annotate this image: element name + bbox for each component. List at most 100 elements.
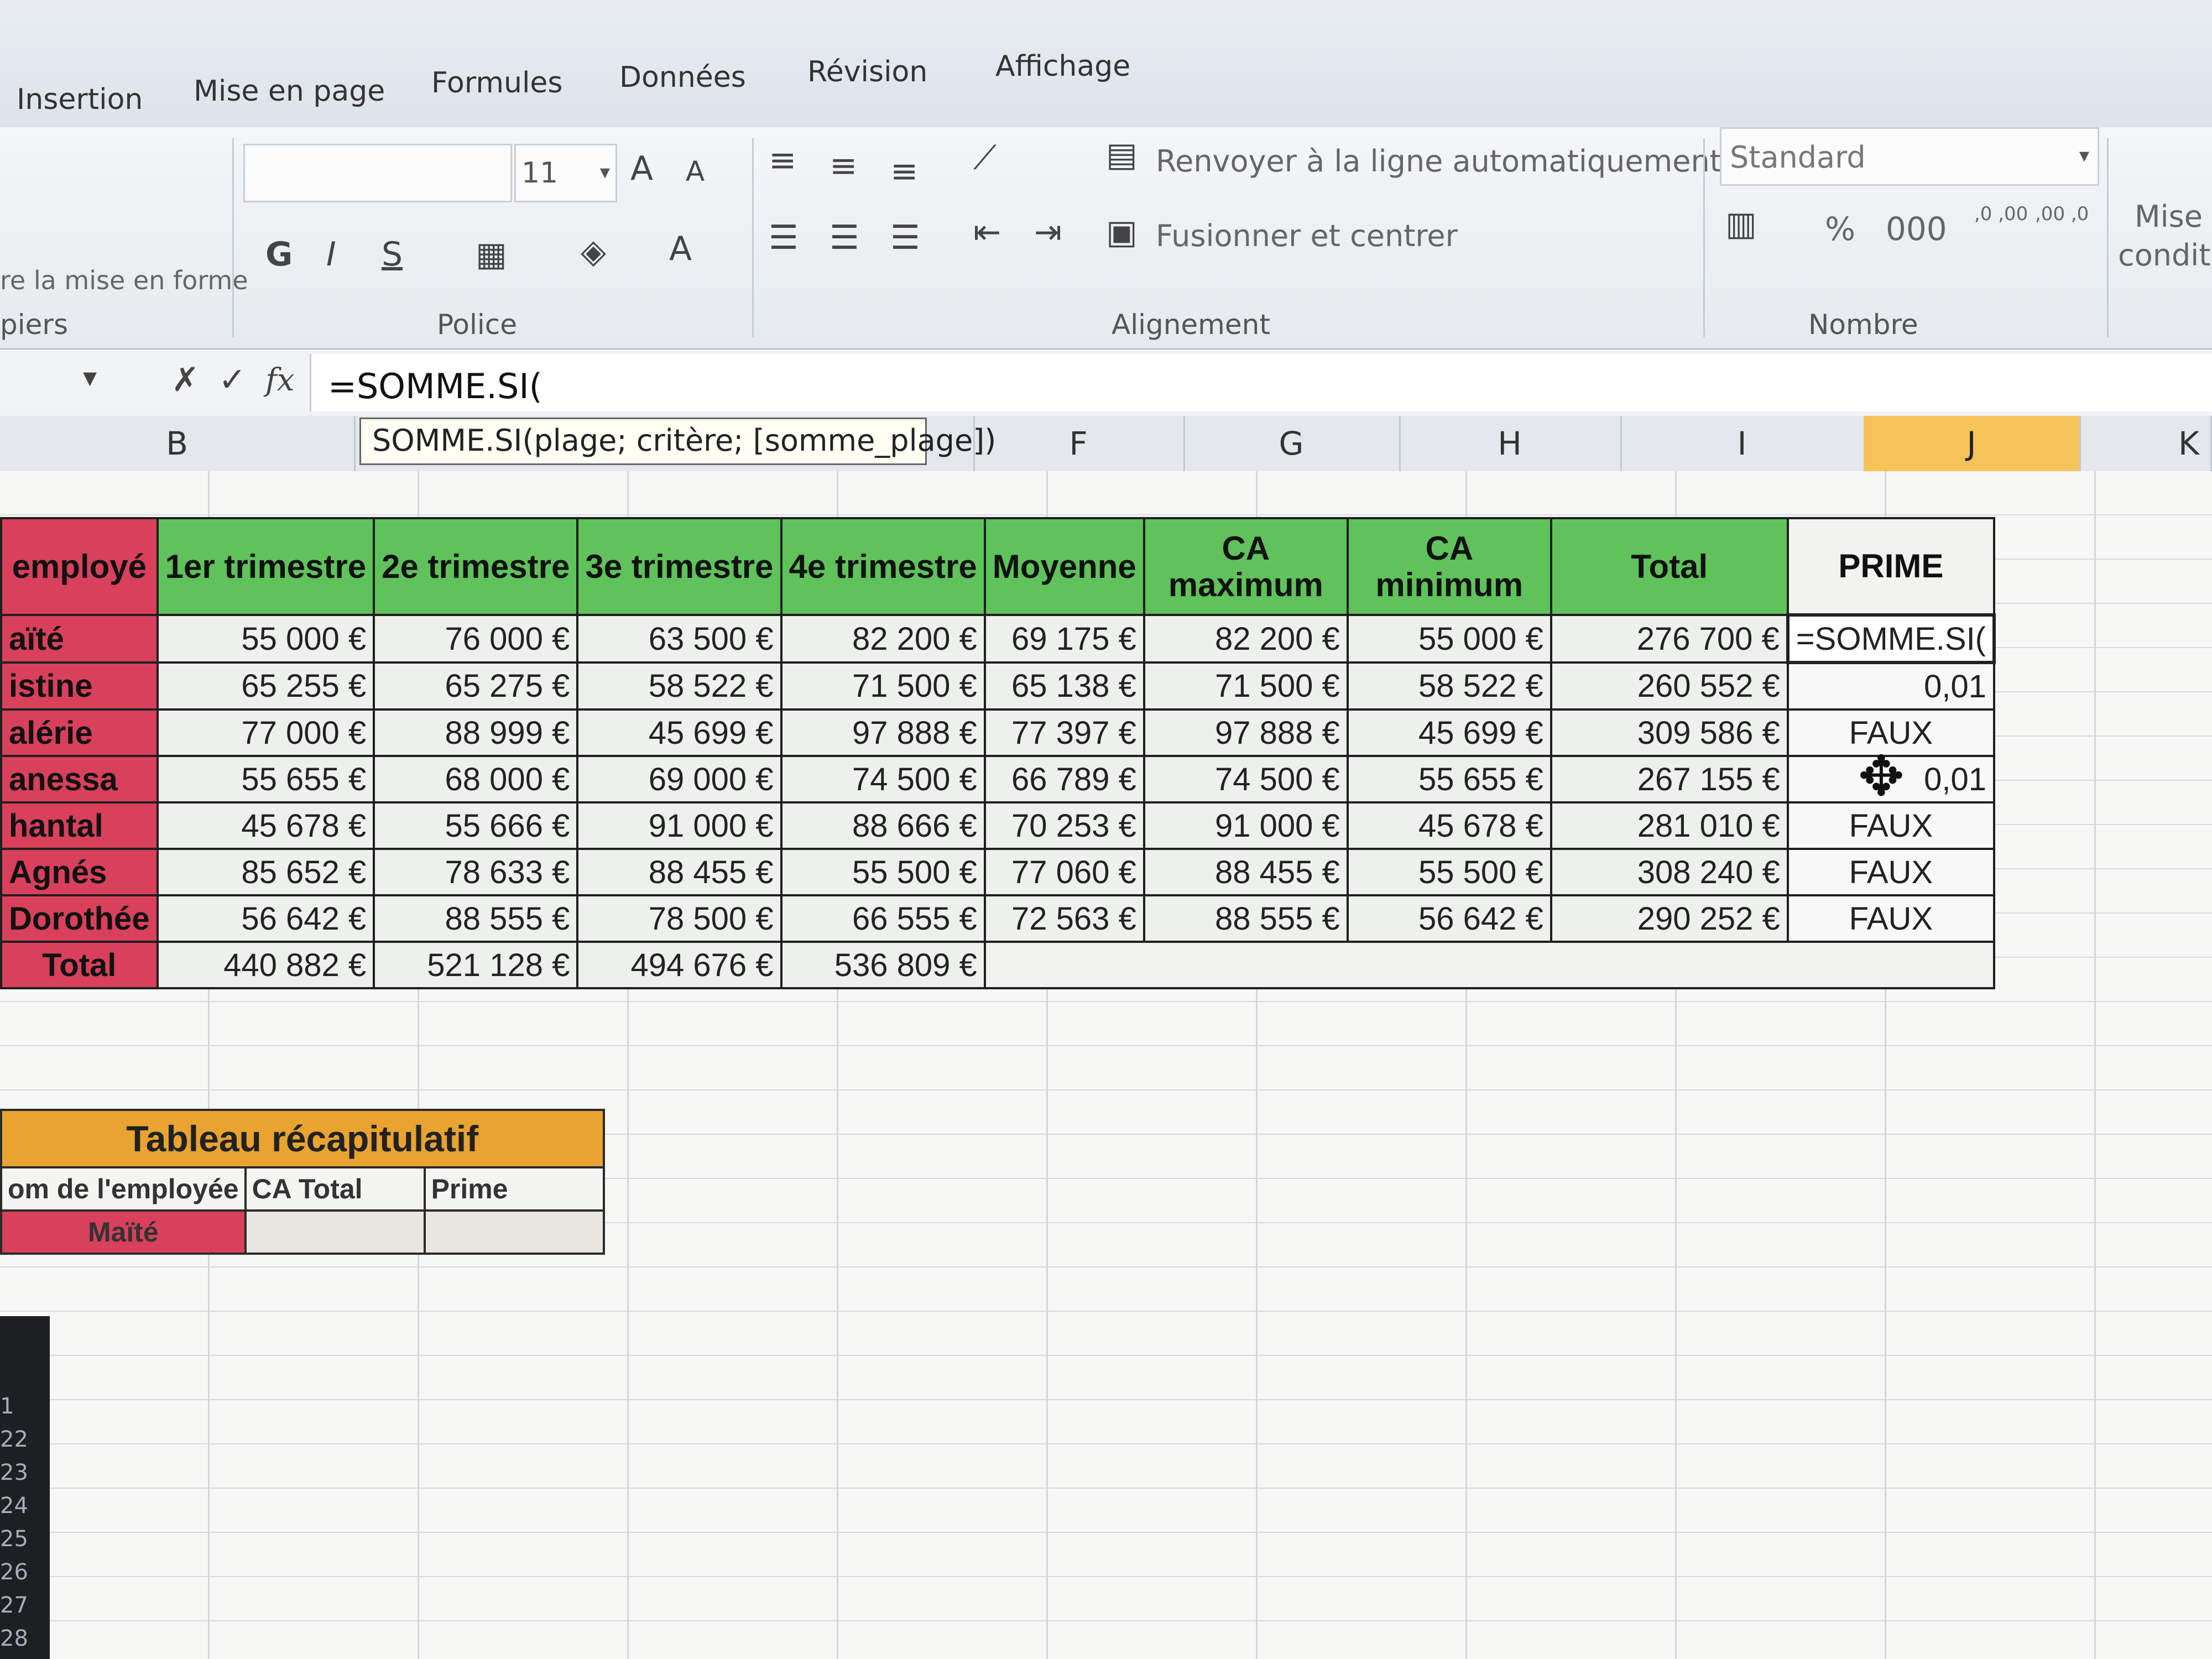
total-value-cell[interactable]: 494 676 €: [576, 941, 782, 989]
value-cell[interactable]: 55 000 €: [156, 614, 375, 664]
value-cell[interactable]: 88 555 €: [1142, 894, 1349, 943]
value-cell[interactable]: 88 455 €: [576, 848, 782, 896]
total-value-cell[interactable]: 536 809 €: [780, 941, 986, 989]
value-cell[interactable]: 58 522 €: [576, 661, 782, 711]
wrap-text-button[interactable]: Renvoyer à la ligne automatiquement: [1156, 144, 1721, 179]
value-cell[interactable]: 55 500 €: [1346, 848, 1552, 896]
column-header-b[interactable]: B: [0, 416, 356, 471]
value-cell[interactable]: 71 500 €: [1142, 661, 1349, 711]
summary-ca-total-cell[interactable]: [244, 1209, 426, 1255]
employee-name-cell[interactable]: Agnés: [0, 848, 159, 896]
value-cell[interactable]: 88 666 €: [780, 801, 986, 850]
value-cell[interactable]: 63 500 €: [576, 614, 782, 664]
prime-cell[interactable]: FAUX: [1786, 894, 1996, 943]
column-header-k[interactable]: K: [2079, 416, 2212, 471]
header-ca-min[interactable]: CA minimum: [1346, 517, 1552, 616]
tab-formules[interactable]: Formules: [431, 66, 562, 100]
header-ca-max[interactable]: CA maximum: [1142, 517, 1349, 616]
column-header-i[interactable]: I: [1620, 416, 1865, 471]
value-cell[interactable]: 78 633 €: [373, 848, 579, 896]
value-cell[interactable]: 308 240 €: [1550, 848, 1789, 896]
font-size-combo[interactable]: 11 ▾: [514, 144, 617, 202]
summary-header-name[interactable]: om de l'employée: [0, 1166, 247, 1212]
function-icon[interactable]: fx: [265, 365, 294, 396]
header-q1[interactable]: 1er trimestre: [156, 517, 375, 616]
header-q3[interactable]: 3e trimestre: [576, 517, 782, 616]
increase-indent-icon[interactable]: ⇥: [1034, 216, 1062, 249]
employee-name-cell[interactable]: istine: [0, 661, 159, 711]
value-cell[interactable]: 45 678 €: [1346, 801, 1552, 850]
decrease-indent-icon[interactable]: ⇤: [973, 216, 1001, 249]
percent-button[interactable]: %: [1825, 210, 1855, 248]
conditional-format-button[interactable]: Mise: [2135, 199, 2203, 234]
prime-cell[interactable]: FAUX: [1786, 801, 1996, 850]
value-cell[interactable]: 66 789 €: [983, 755, 1145, 804]
summary-header-ca-total[interactable]: CA Total: [244, 1166, 426, 1212]
tab-donnees[interactable]: Données: [619, 61, 746, 94]
row-number[interactable]: 1: [0, 1394, 50, 1419]
tab-affichage[interactable]: Affichage: [995, 50, 1130, 83]
italic-button[interactable]: I: [326, 238, 336, 271]
align-top-icon[interactable]: ≡: [769, 144, 796, 177]
value-cell[interactable]: 85 652 €: [156, 848, 375, 896]
value-cell[interactable]: 55 655 €: [1346, 755, 1552, 804]
tab-revision[interactable]: Révision: [807, 55, 927, 88]
prime-cell[interactable]: 0,01: [1786, 661, 1996, 711]
value-cell[interactable]: 55 000 €: [1346, 614, 1552, 664]
value-cell[interactable]: 45 678 €: [156, 801, 375, 850]
value-cell[interactable]: 82 200 €: [1142, 614, 1349, 664]
value-cell[interactable]: 88 455 €: [1142, 848, 1349, 896]
align-middle-icon[interactable]: ≡: [830, 149, 857, 182]
header-q4[interactable]: 4e trimestre: [780, 517, 986, 616]
value-cell[interactable]: 77 397 €: [983, 708, 1145, 757]
value-cell[interactable]: 91 000 €: [576, 801, 782, 850]
merge-center-button[interactable]: Fusionner et centrer: [1156, 218, 1458, 253]
tab-mise-en-page[interactable]: Mise en page: [194, 75, 385, 108]
value-cell[interactable]: 66 555 €: [780, 894, 986, 943]
header-q2[interactable]: 2e trimestre: [373, 517, 579, 616]
employee-name-cell[interactable]: anessa: [0, 755, 159, 804]
value-cell[interactable]: 65 138 €: [983, 661, 1145, 711]
active-prime-cell[interactable]: =SOMME.SI(: [1786, 613, 1996, 664]
total-value-cell[interactable]: 521 128 €: [373, 941, 579, 989]
conditional-format-button-line2[interactable]: condit: [2118, 238, 2210, 273]
value-cell[interactable]: 97 888 €: [1142, 708, 1349, 757]
value-cell[interactable]: 58 522 €: [1346, 661, 1552, 711]
align-center-icon[interactable]: ☰: [830, 221, 859, 254]
value-cell[interactable]: 65 275 €: [373, 661, 579, 711]
total-label[interactable]: Total: [0, 941, 159, 989]
align-bottom-icon[interactable]: ≡: [890, 155, 918, 188]
employee-name-cell[interactable]: alérie: [0, 708, 159, 757]
fill-color-icon[interactable]: ◈: [581, 235, 606, 268]
employee-name-cell[interactable]: hantal: [0, 801, 159, 850]
value-cell[interactable]: 55 666 €: [373, 801, 579, 850]
value-cell[interactable]: 68 000 €: [373, 755, 579, 804]
value-cell[interactable]: 82 200 €: [780, 614, 986, 664]
orientation-icon[interactable]: ⟋: [973, 141, 997, 174]
increase-decimal-button[interactable]: ,0 ,00: [1974, 205, 2030, 223]
value-cell[interactable]: 276 700 €: [1550, 614, 1789, 664]
header-prime[interactable]: PRIME: [1786, 517, 1996, 616]
column-header-g[interactable]: G: [1183, 416, 1401, 471]
value-cell[interactable]: 55 500 €: [780, 848, 986, 896]
row-number[interactable]: 25: [0, 1526, 50, 1552]
header-moyenne[interactable]: Moyenne: [983, 517, 1145, 616]
value-cell[interactable]: 77 000 €: [156, 708, 375, 757]
employee-name-cell[interactable]: Dorothée: [0, 894, 159, 943]
column-header-j[interactable]: J: [1864, 416, 2081, 471]
row-number[interactable]: 26: [0, 1559, 50, 1585]
value-cell[interactable]: 76 000 €: [373, 614, 579, 664]
align-right-icon[interactable]: ☰: [890, 221, 920, 254]
value-cell[interactable]: 45 699 €: [1346, 708, 1552, 757]
value-cell[interactable]: 309 586 €: [1550, 708, 1789, 757]
empty-total-cells[interactable]: [983, 941, 1996, 989]
value-cell[interactable]: 72 563 €: [983, 894, 1145, 943]
thousands-button[interactable]: 000: [1886, 210, 1947, 248]
value-cell[interactable]: 45 699 €: [576, 708, 782, 757]
row-number[interactable]: 27: [0, 1593, 50, 1618]
value-cell[interactable]: 69 175 €: [983, 614, 1145, 664]
row-number[interactable]: 22: [0, 1427, 50, 1452]
value-cell[interactable]: 69 000 €: [576, 755, 782, 804]
row-number[interactable]: 23: [0, 1460, 50, 1485]
header-total[interactable]: Total: [1550, 517, 1789, 616]
